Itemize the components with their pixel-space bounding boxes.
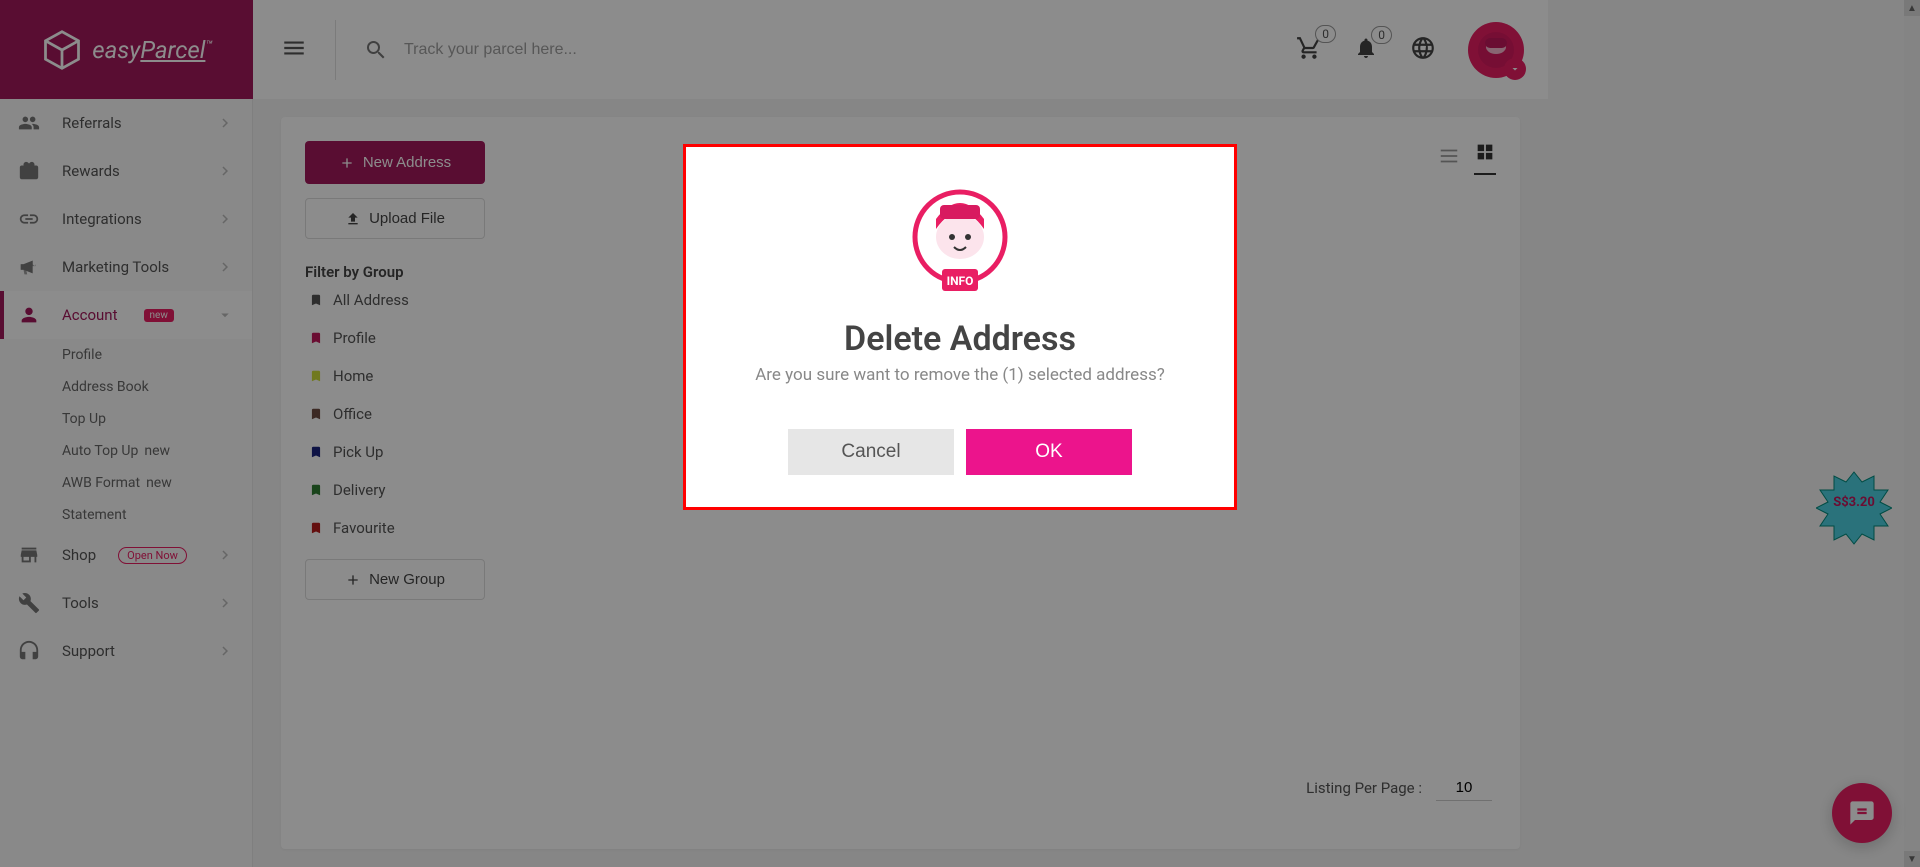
info-mascot-icon: INFO [912,187,1008,297]
modal-message: Are you sure want to remove the (1) sele… [714,365,1206,385]
ok-button[interactable]: OK [966,429,1132,475]
modal-title: Delete Address [714,319,1206,359]
modal-overlay: INFO Delete Address Are you sure want to… [0,0,1920,867]
cancel-button[interactable]: Cancel [788,429,954,475]
modal: INFO Delete Address Are you sure want to… [683,144,1237,510]
svg-text:INFO: INFO [947,274,974,288]
